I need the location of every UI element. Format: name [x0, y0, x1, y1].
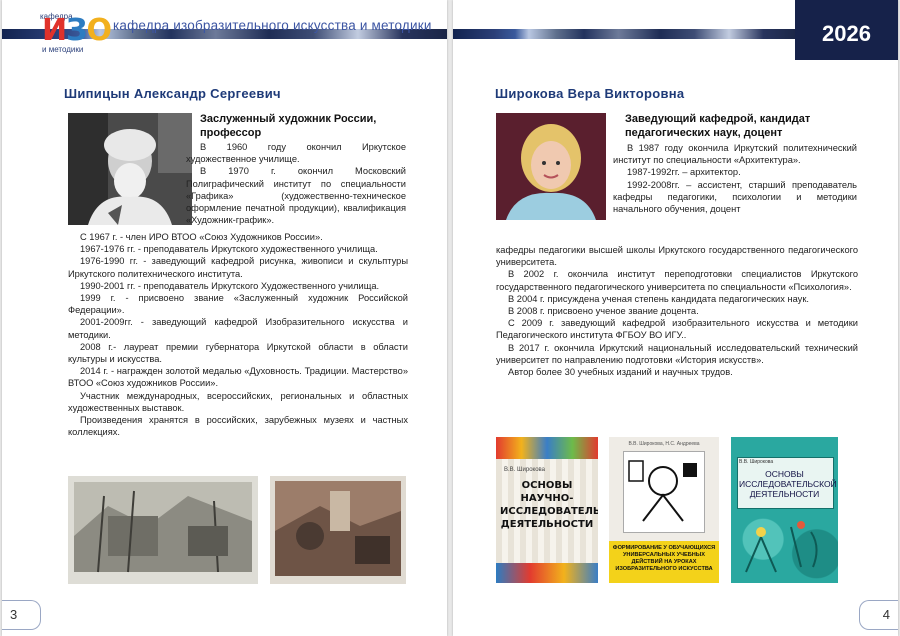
person-name: Широкова Вера Викторовна: [495, 86, 685, 101]
logo-letter-2: З: [66, 13, 87, 48]
bio-paragraph: С 2009 г. заведующий кафедрой изобразите…: [496, 318, 858, 341]
bio-paragraph: В 2017 г. окончила Иркутский национальны…: [496, 342, 858, 365]
right-page: 2026 Широкова Вера Викторовна Заведующий…: [453, 0, 898, 636]
artwork-etching-1: [68, 476, 258, 584]
header-stripe: [453, 29, 798, 39]
book-title: ОСНОВЫ НАУЧНО-ИССЛЕДОВАТЕЛЬСКОЙ ДЕЯТЕЛЬН…: [500, 480, 598, 530]
book-author: В.В. Широкова: [504, 467, 546, 473]
bio-paragraph: 2008 г.- лауреат премии губернатора Ирку…: [68, 341, 408, 365]
bio-top: В 1960 году окончил Иркутское художестве…: [186, 141, 406, 226]
book-cover-3: В.В. Широкова ОСНОВЫ ИССЛЕДОВАТЕЛЬСКОЙ Д…: [731, 437, 838, 583]
person-name: Шипицын Александр Сергеевич: [64, 86, 281, 101]
bio-paragraph: 1976-1990 гг. - заведующий кафедрой рису…: [68, 256, 408, 279]
portrait-photo: [68, 113, 192, 225]
bio-paragraph: В 1987 году окончила Иркутский политехни…: [613, 143, 857, 166]
bio-paragraph: В 2002 г. окончила институт переподготов…: [496, 269, 858, 292]
left-page: кафедра ИЗО и методики кафедра изобразит…: [2, 0, 447, 636]
bio-top: В 1987 году окончила Иркутский политехни…: [613, 142, 857, 215]
artwork-etching-2: [270, 476, 406, 584]
person-title: Заведующий кафедрой, кандидат педагогиче…: [625, 113, 811, 139]
bio-paragraph: В 2004 г. присуждена ученая степень канд…: [508, 293, 809, 304]
bio-paragraph: 1967-1976 гг. - преподаватель Иркутского…: [80, 244, 378, 255]
book-author: В.В. Широкова: [739, 459, 774, 465]
bio-main: кафедры педагогики высшей школы Иркутско…: [496, 244, 858, 378]
page-number-left: 3: [2, 600, 41, 630]
bio-paragraph: 1999 г. - присвоено звание «Заслуженный …: [68, 293, 408, 316]
bio-paragraph: 1987-1992гг. – архитектор.: [627, 167, 741, 178]
person-title: Заслуженный художник России, профессор: [200, 113, 377, 139]
bio-paragraph: С 1967 г. - член ИРО ВТОО «Союз Художник…: [80, 232, 323, 242]
department-logo: кафедра ИЗО и методики: [40, 12, 112, 54]
header-title: кафедра изобразительного искусства и мет…: [113, 18, 432, 33]
logo-letter-3: О: [86, 13, 111, 48]
year-badge: 2026: [795, 0, 898, 60]
page-number-right: 4: [859, 600, 898, 630]
bio-paragraph: В 1960 году окончил Иркутское художестве…: [186, 142, 406, 165]
bio-paragraph: В 1970 г. окончил Московский Полиграфиче…: [186, 166, 406, 226]
logo-letter-1: И: [42, 13, 67, 48]
bio-paragraph: 2001-2009гг. - заведующий кафедрой Изобр…: [68, 317, 408, 340]
bio-paragraph: Участник международных, всероссийских, р…: [68, 390, 408, 413]
book-author: В.В. Широкова, Н.С. Андреева: [628, 441, 700, 447]
portrait-photo: [496, 113, 606, 220]
book-title: ФОРМИРОВАНИЕ У ОБУЧАЮЩИХСЯ УНИВЕРСАЛЬНЫХ…: [612, 545, 716, 572]
bio-paragraph: 1992-2008гг. – ассистент, старший препод…: [613, 179, 857, 215]
bio-paragraph: Произведения хранятся в российских, зару…: [68, 415, 408, 438]
book-cover-2: В.В. Широкова, Н.С. Андреева ФОРМИРОВАНИ…: [609, 437, 719, 583]
bio-paragraph: Автор более 30 учебных изданий и научных…: [508, 367, 733, 378]
bio-paragraph: В 2008 г. присвоено ученое звание доцент…: [508, 306, 699, 317]
bio-paragraph: 2014 г. - награжден золотой медалью «Дух…: [68, 366, 408, 389]
logo-bottom-text: и методики: [42, 45, 84, 54]
bio-paragraph: 1990-2001 гг. - преподаватель Иркутского…: [80, 280, 380, 291]
bio-main: С 1967 г. - член ИРО ВТОО «Союз Художник…: [68, 231, 408, 438]
bio-paragraph: кафедры педагогики высшей школы Иркутско…: [496, 245, 858, 268]
book-cover-1: В.В. Широкова ОСНОВЫ НАУЧНО-ИССЛЕДОВАТЕЛ…: [496, 437, 598, 583]
logo-letters: ИЗО: [42, 13, 112, 48]
book-title: ОСНОВЫ ИССЛЕДОВАТЕЛЬСКОЙ ДЕЯТЕЛЬНОСТИ: [739, 469, 837, 499]
